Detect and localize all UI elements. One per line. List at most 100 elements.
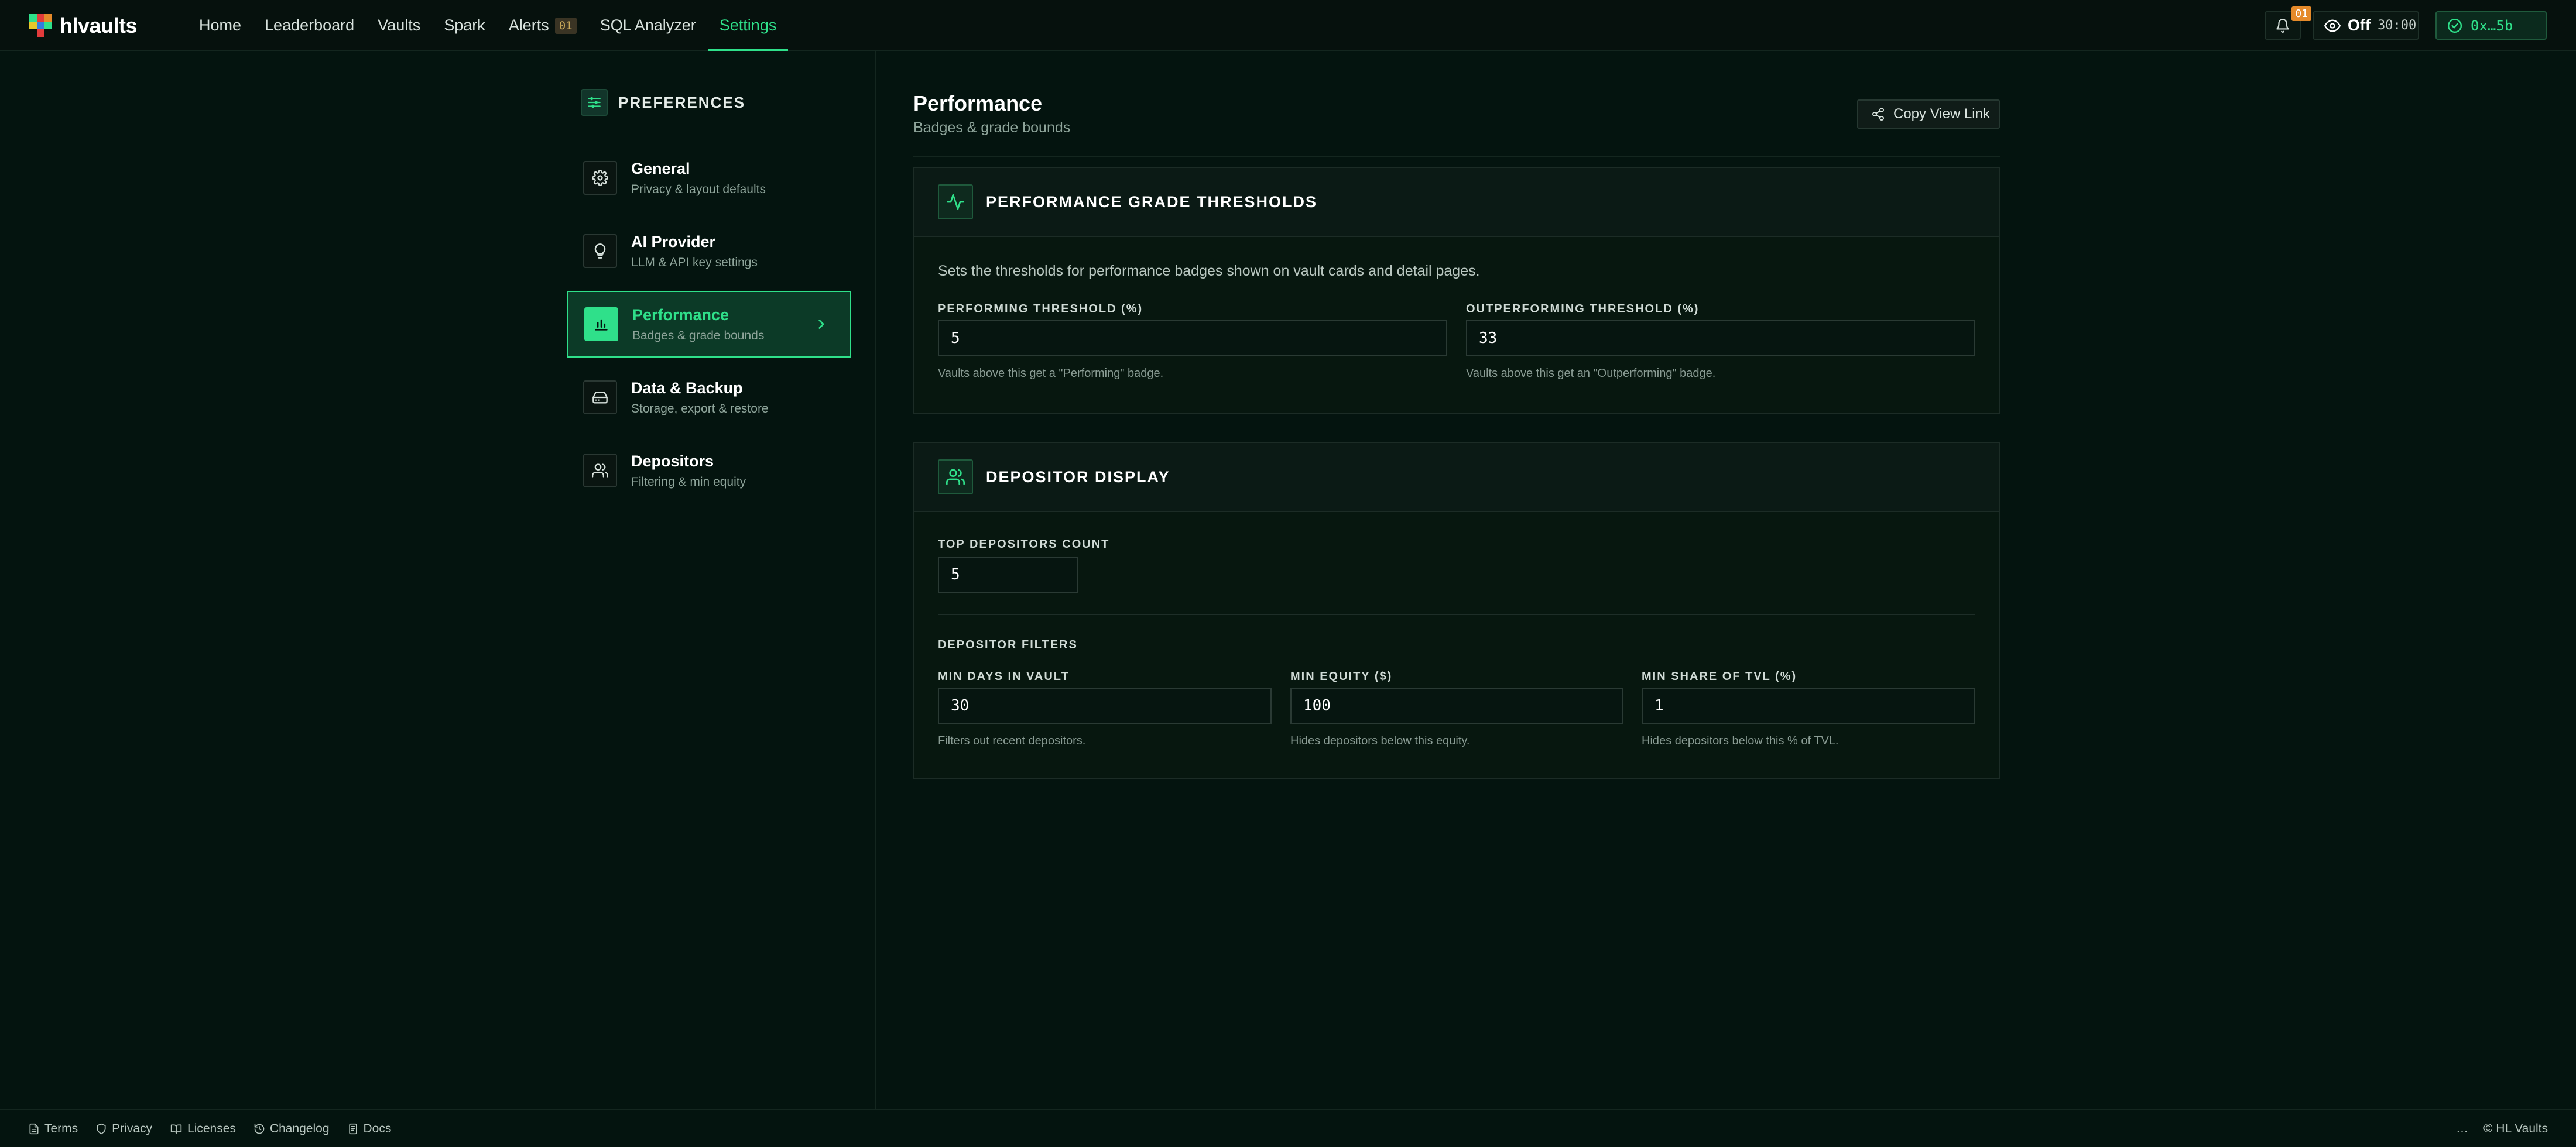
check-circle-icon [2447, 18, 2462, 33]
min-share-label: MIN SHARE OF TVL (%) [1642, 670, 1797, 683]
logo[interactable]: hlvaults [29, 13, 138, 37]
min-equity-input[interactable] [1290, 688, 1623, 724]
footer-link-privacy[interactable]: Privacy [95, 1122, 152, 1136]
file-icon [29, 1123, 39, 1134]
logo-text: hlvaults [60, 13, 138, 37]
bar-chart-icon [584, 307, 618, 341]
performing-threshold-hint: Vaults above this get a "Performing" bad… [938, 367, 1164, 380]
grade-description: Sets the thresholds for performance badg… [938, 263, 1480, 279]
nav-label: Settings [719, 16, 777, 34]
sliders-icon [581, 89, 608, 116]
performance-grade-card: PERFORMANCE GRADE THRESHOLDS Sets the th… [913, 167, 2000, 414]
nav-vaults[interactable]: Vaults [366, 0, 432, 51]
card-title: DEPOSITOR DISPLAY [986, 468, 1170, 486]
page-subtitle: Badges & grade bounds [913, 119, 1071, 136]
footer-link-label: Licenses [187, 1121, 236, 1135]
footer-link-docs[interactable]: Docs [347, 1121, 392, 1136]
sidebar-item-label: General [631, 159, 690, 177]
preferences-title: PREFERENCES [618, 93, 746, 111]
top-depositors-input[interactable] [938, 557, 1078, 593]
nav-home[interactable]: Home [187, 0, 253, 51]
footer-dots: … [2455, 1121, 2468, 1135]
users-icon [583, 454, 617, 487]
footer-link-label: Terms [44, 1121, 78, 1135]
view-mode-toggle[interactable]: Off 30:00 [2313, 11, 2419, 40]
logo-icon [29, 14, 53, 37]
depositor-display-card: DEPOSITOR DISPLAY TOP DEPOSITORS COUNT D… [913, 442, 2000, 779]
sidebar-item-label: Depositors [631, 452, 714, 470]
min-equity-hint: Hides depositors below this equity. [1290, 734, 1470, 747]
alerts-count-badge: 01 [554, 17, 577, 34]
min-days-label: MIN DAYS IN VAULT [938, 670, 1070, 683]
history-icon [254, 1124, 265, 1134]
card-header: PERFORMANCE GRADE THRESHOLDS [914, 168, 1999, 237]
view-mode-timer: 30:00 [2377, 18, 2417, 33]
eye-icon [2324, 19, 2341, 32]
min-days-input[interactable] [938, 688, 1272, 724]
footer-link-changelog[interactable]: Changelog [254, 1122, 330, 1136]
nav-label: Vaults [378, 16, 421, 34]
sidebar-item-subtitle: Privacy & layout defaults [631, 182, 766, 196]
share-icon [1872, 108, 1884, 121]
min-equity-label: MIN EQUITY ($) [1290, 670, 1393, 683]
footer-link-label: Privacy [112, 1121, 153, 1135]
copy-view-link-button[interactable]: Copy View Link [1857, 99, 2000, 129]
sidebar-item-subtitle: Filtering & min equity [631, 475, 746, 489]
notifications-button[interactable]: 01 [2265, 6, 2311, 40]
main-nav: Home Leaderboard Vaults Spark Alerts 01 … [187, 0, 788, 51]
title-divider [913, 156, 2000, 157]
lightbulb-icon [583, 234, 617, 268]
wallet-button[interactable]: 0x…5b [2435, 11, 2547, 40]
performing-threshold-input[interactable] [938, 320, 1447, 356]
sidebar-item-label: AI Provider [631, 232, 716, 250]
min-days-hint: Filters out recent depositors. [938, 734, 1086, 747]
sidebar-item-ai-provider[interactable]: AI Provider LLM & API key settings [567, 218, 851, 284]
bell-icon [2276, 18, 2289, 33]
card-header: DEPOSITOR DISPLAY [914, 443, 1999, 512]
page-title: Performance [913, 91, 1043, 115]
wallet-address: 0x…5b [2471, 17, 2513, 34]
footer-link-terms[interactable]: Terms [28, 1122, 78, 1136]
footer-copyright: © HL Vaults [2483, 1121, 2548, 1135]
nav-spark[interactable]: Spark [432, 0, 497, 51]
nav-sql-analyzer[interactable]: SQL Analyzer [588, 0, 708, 51]
gear-icon [583, 161, 617, 195]
min-share-hint: Hides depositors below this % of TVL. [1642, 734, 1839, 747]
footer-link-licenses[interactable]: Licenses [170, 1122, 236, 1136]
outperforming-threshold-label: OUTPERFORMING THRESHOLD (%) [1466, 303, 1700, 315]
outperforming-threshold-input[interactable] [1466, 320, 1975, 356]
sidebar-item-label: Data & Backup [631, 379, 743, 397]
hard-drive-icon [583, 380, 617, 414]
notifications-badge: 01 [2291, 6, 2311, 21]
shield-icon [97, 1123, 106, 1134]
nav-settings[interactable]: Settings [707, 0, 789, 51]
nav-alerts[interactable]: Alerts 01 [497, 0, 588, 51]
outperforming-threshold-hint: Vaults above this get an "Outperforming"… [1466, 367, 1716, 380]
chevron-right-icon [818, 320, 824, 329]
footer-right: … © HL Vaults [2456, 1110, 2548, 1147]
activity-icon [938, 184, 973, 219]
top-nav-bar: hlvaults Home Leaderboard Vaults Spark A… [0, 0, 2576, 51]
sidebar-item-performance[interactable]: Performance Badges & grade bounds [567, 291, 851, 358]
book-icon [170, 1124, 182, 1134]
copy-view-link-label: Copy View Link [1893, 106, 1990, 122]
doc-icon [348, 1123, 357, 1134]
section-divider [938, 614, 1975, 615]
sidebar-item-subtitle: Storage, export & restore [631, 401, 769, 415]
card-title: PERFORMANCE GRADE THRESHOLDS [986, 193, 1318, 211]
nav-leaderboard[interactable]: Leaderboard [253, 0, 366, 51]
sidebar-item-subtitle: LLM & API key settings [631, 255, 758, 269]
users-icon [938, 459, 973, 494]
nav-label: Home [199, 16, 242, 34]
sidebar-item-data-backup[interactable]: Data & Backup Storage, export & restore [567, 364, 851, 431]
nav-label: Alerts [508, 16, 549, 34]
sidebar-item-depositors[interactable]: Depositors Filtering & min equity [567, 437, 851, 504]
sidebar-item-general[interactable]: General Privacy & layout defaults [567, 145, 851, 211]
nav-label: SQL Analyzer [600, 16, 696, 34]
nav-label: Leaderboard [265, 16, 355, 34]
view-mode-state: Off [2348, 16, 2371, 34]
min-share-input[interactable] [1642, 688, 1975, 724]
depositor-filters-heading: DEPOSITOR FILTERS [938, 638, 1078, 651]
footer-link-label: Docs [363, 1121, 392, 1135]
footer: Terms Privacy Licenses Changelog Docs … … [0, 1109, 2576, 1147]
